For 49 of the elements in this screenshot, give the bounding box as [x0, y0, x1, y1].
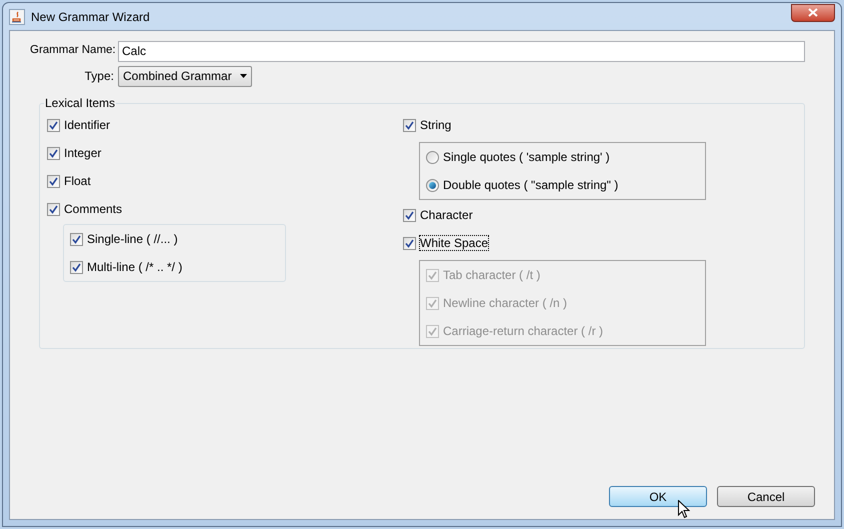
check-icon — [49, 148, 58, 158]
checkbox[interactable] — [47, 118, 60, 132]
check-icon — [49, 204, 58, 214]
check-icon — [405, 210, 414, 220]
field-label: Type: — [84, 68, 114, 85]
check-icon — [72, 262, 81, 272]
checkbox[interactable] — [47, 202, 60, 216]
checkbox-label: White Space — [420, 236, 488, 250]
checkbox-label: Character — [420, 208, 473, 222]
radio-label: Single quotes ( 'sample string' ) — [443, 149, 610, 166]
check-icon — [49, 120, 58, 130]
checkbox[interactable] — [47, 146, 60, 160]
checkbox[interactable] — [70, 232, 83, 246]
check-icon — [49, 176, 58, 186]
close-icon — [808, 8, 818, 17]
checkbox-label: Multi-line ( /* .. */ ) — [87, 260, 182, 274]
window-title: New Grammar Wizard — [31, 8, 150, 26]
radio-button[interactable] — [426, 178, 439, 192]
close-button[interactable] — [791, 4, 835, 22]
radio-button[interactable] — [426, 150, 439, 164]
radio-label: Double quotes ( "sample string" ) — [443, 177, 618, 194]
checkbox[interactable] — [403, 236, 416, 250]
checkbox[interactable] — [70, 260, 83, 274]
checkbox-label: Comments — [64, 202, 122, 216]
check-icon — [428, 298, 437, 308]
dialog-button[interactable]: Cancel — [717, 486, 815, 507]
caret-icon — [240, 74, 247, 78]
group-title: Lexical Items — [44, 96, 116, 110]
checkbox-label: String — [420, 118, 452, 132]
checkbox-label: Newline character ( /n ) — [443, 296, 568, 310]
type-dropdown[interactable]: Combined Grammar — [118, 66, 252, 86]
checkbox-label: Integer — [64, 146, 102, 160]
checkbox-label: Float — [64, 174, 91, 188]
checkbox-label: Single-line ( //... ) — [87, 232, 178, 246]
check-icon — [405, 238, 414, 248]
check-icon — [405, 120, 414, 130]
check-icon — [428, 270, 437, 280]
grammar-name-field[interactable]: Calc — [118, 40, 805, 62]
checkbox-label: Identifier — [64, 118, 110, 132]
checkbox[interactable] — [47, 174, 60, 188]
checkbox[interactable] — [403, 208, 416, 222]
dialog-button[interactable]: OK — [609, 486, 707, 507]
checkbox-label: Tab character ( /t ) — [443, 268, 540, 282]
check-icon — [72, 234, 81, 244]
check-icon — [428, 326, 437, 336]
checkbox-label: Carriage-return character ( /r ) — [443, 324, 604, 338]
checkbox[interactable] — [403, 118, 416, 132]
mouse-pointer-icon — [678, 500, 690, 519]
field-label: Grammar Name: — [30, 43, 114, 58]
